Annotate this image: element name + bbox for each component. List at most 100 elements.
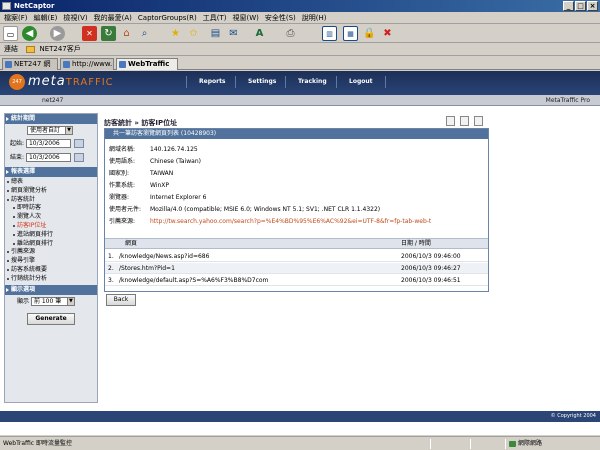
page-link[interactable]: /knowledge/News.asp?id=686 <box>119 251 379 262</box>
menu-view[interactable]: 檢視(V) <box>60 12 90 24</box>
col-date: 日期 / 時間 <box>401 240 431 247</box>
menu-edit[interactable]: 編輯(E) <box>31 12 61 24</box>
page-icon <box>5 61 12 68</box>
maximize-button[interactable]: □ <box>575 1 586 11</box>
menu-item-visitor-ip[interactable]: 訪客IP位址 <box>5 222 97 231</box>
info-row-useragent: 使用者元件: Mozilla/4.0 (compatible; MSIE 6.0;… <box>109 206 381 213</box>
menu-file[interactable]: 檔案(F) <box>0 12 31 24</box>
menu-tools[interactable]: 工具(T) <box>200 12 230 24</box>
menu-item-summary[interactable]: 總表 <box>5 178 97 187</box>
menu-item-visits[interactable]: 瀏覽人次 <box>5 213 97 222</box>
menu-item-pageviews[interactable]: 網頁瀏覽分析 <box>5 187 97 196</box>
status-divider <box>470 439 471 449</box>
links-label: 連結 <box>4 45 18 53</box>
close-window-button[interactable]: × <box>587 1 598 11</box>
chevron-down-icon: ▼ <box>66 297 74 305</box>
display-section-header[interactable]: 顯示選項 <box>5 284 97 295</box>
username: net247 <box>42 97 64 104</box>
page-icon <box>119 61 126 68</box>
referrer-link[interactable]: http://tw.search.yahoo.com/search?p=%E4%… <box>150 217 483 226</box>
sidebar: 統計期間 使用者自訂 ▼ 起始: 10/3/2006 結束: 10/3/2006 … <box>4 113 98 403</box>
display-select[interactable]: 前 100 筆 ▼ <box>30 296 75 306</box>
start-label: 起始: <box>10 140 25 147</box>
range-select[interactable]: 使用者自訂 ▼ <box>27 126 73 135</box>
tab-http[interactable]: http://www. <box>60 58 114 70</box>
visitor-detail-panel: 共一筆訪客瀏覽網頁列表 (10428903) 網域名稱: 140.126.74.1… <box>104 128 489 292</box>
stop-icon[interactable]: ✕ <box>82 26 97 41</box>
info-row-referrer: 引薦來源: http://tw.search.yahoo.com/search?p… <box>109 217 483 226</box>
breadcrumb: 訪客統計 » 訪客IP位址 <box>104 119 178 127</box>
sub-header: net247 MetaTraffic Pro <box>0 95 600 106</box>
window-title-bar: NetCaptor _ □ × <box>0 0 600 12</box>
refresh-icon[interactable]: ↻ <box>101 26 116 41</box>
mail-icon[interactable]: ✉ <box>226 26 241 41</box>
menu-captorgroups[interactable]: CaptorGroups(R) <box>135 12 200 24</box>
nav-divider <box>385 76 386 88</box>
nav-divider <box>285 76 286 88</box>
folder-icon <box>26 45 36 53</box>
menu-help[interactable]: 說明(H) <box>299 12 330 24</box>
start-date-row: 起始: 10/3/2006 <box>5 137 97 151</box>
panel-icon[interactable]: ▥ <box>322 26 337 41</box>
table-row: 2./Stores.htm?Pid=1 2006/10/3 09:46:27 <box>105 263 488 274</box>
export-icon[interactable] <box>446 116 455 126</box>
nav-reports[interactable]: Reports <box>199 78 226 85</box>
lock-icon[interactable]: 🔒 <box>362 26 377 41</box>
end-date-input[interactable]: 10/3/2006 <box>25 153 71 162</box>
menu-item-search-engines[interactable]: 搜尋引擎 <box>5 257 97 266</box>
menu-item-marketing[interactable]: 行銷統計分析 <box>5 275 97 284</box>
info-row-country: 國家別: TAIWAN <box>109 170 174 177</box>
home-icon[interactable]: ⌂ <box>119 26 134 41</box>
site-logo: metaTRAFFIC <box>28 74 114 89</box>
page-link[interactable]: /Stores.htm?Pid=1 <box>119 263 379 274</box>
status-divider <box>505 439 506 449</box>
tile-icon[interactable]: ▦ <box>343 26 358 41</box>
report-section-header[interactable]: 報表選擇 <box>5 167 97 177</box>
menu-item-entry-pages[interactable]: 進站網頁排行 <box>5 231 97 240</box>
close-icon[interactable]: ✖ <box>380 26 395 41</box>
col-page: 網頁 <box>125 240 138 247</box>
back-icon[interactable]: ◀ <box>22 26 37 41</box>
status-divider <box>430 439 431 449</box>
panel-title: 共一筆訪客瀏覽網頁列表 (10428903) <box>105 129 488 139</box>
back-button[interactable]: Back <box>106 294 136 306</box>
table-header: 網頁 日期 / 時間 <box>105 238 488 249</box>
tab-webtraffic[interactable]: WebTraffic <box>116 58 178 70</box>
minimize-button[interactable]: _ <box>563 1 574 11</box>
email-icon[interactable] <box>474 116 483 126</box>
range-row: 使用者自訂 ▼ <box>5 124 97 137</box>
tab-net247[interactable]: NET247 網 <box>2 58 58 70</box>
nav-tracking[interactable]: Tracking <box>298 78 327 85</box>
page-icon <box>63 61 70 68</box>
links-item[interactable]: NET247客戶 <box>39 45 80 53</box>
date-section-header[interactable]: 統計期間 <box>5 114 97 124</box>
nav-logout[interactable]: Logout <box>349 78 373 85</box>
start-date-input[interactable]: 10/3/2006 <box>25 139 71 148</box>
print-icon[interactable] <box>460 116 469 126</box>
menu-security[interactable]: 安全性(S) <box>262 12 299 24</box>
menu-item-referrers[interactable]: 引薦來源 <box>5 248 97 257</box>
favorites-icon[interactable]: ★ <box>168 26 183 41</box>
font-icon[interactable]: A <box>252 26 267 41</box>
new-icon[interactable]: ▭ <box>3 26 18 41</box>
add-favorite-icon[interactable]: ✩ <box>186 26 201 41</box>
print-icon[interactable]: ⎙ <box>283 26 298 41</box>
window-title: NetCaptor <box>14 2 55 10</box>
generate-button[interactable]: Generate <box>27 312 75 325</box>
table-row: 1./knowledge/News.asp?id=686 2006/10/3 09… <box>105 251 488 262</box>
nav-divider <box>336 76 337 88</box>
history-icon[interactable]: ▤ <box>208 26 223 41</box>
forward-icon[interactable]: ▶ <box>50 26 65 41</box>
menu-favorites[interactable]: 我的最愛(A) <box>91 12 135 24</box>
page-link[interactable]: /knowledge/default.asp?S=%A6%F3%B8%D7com <box>119 275 379 286</box>
calendar-icon[interactable] <box>73 139 84 148</box>
menu-item-systems[interactable]: 訪客系統概要 <box>5 266 97 275</box>
nav-settings[interactable]: Settings <box>248 78 276 85</box>
web-page: 247 metaTRAFFIC Reports Settings Trackin… <box>0 71 600 435</box>
menu-item-live-visitors[interactable]: 即時訪客 <box>5 204 97 213</box>
search-icon[interactable]: ⌕ <box>137 26 152 41</box>
info-row-domain: 網域名稱: 140.126.74.125 <box>109 146 198 153</box>
menu-window[interactable]: 視窗(W) <box>229 12 261 24</box>
calendar-icon[interactable] <box>73 153 84 162</box>
internet-zone: 網際網路 <box>508 438 542 450</box>
